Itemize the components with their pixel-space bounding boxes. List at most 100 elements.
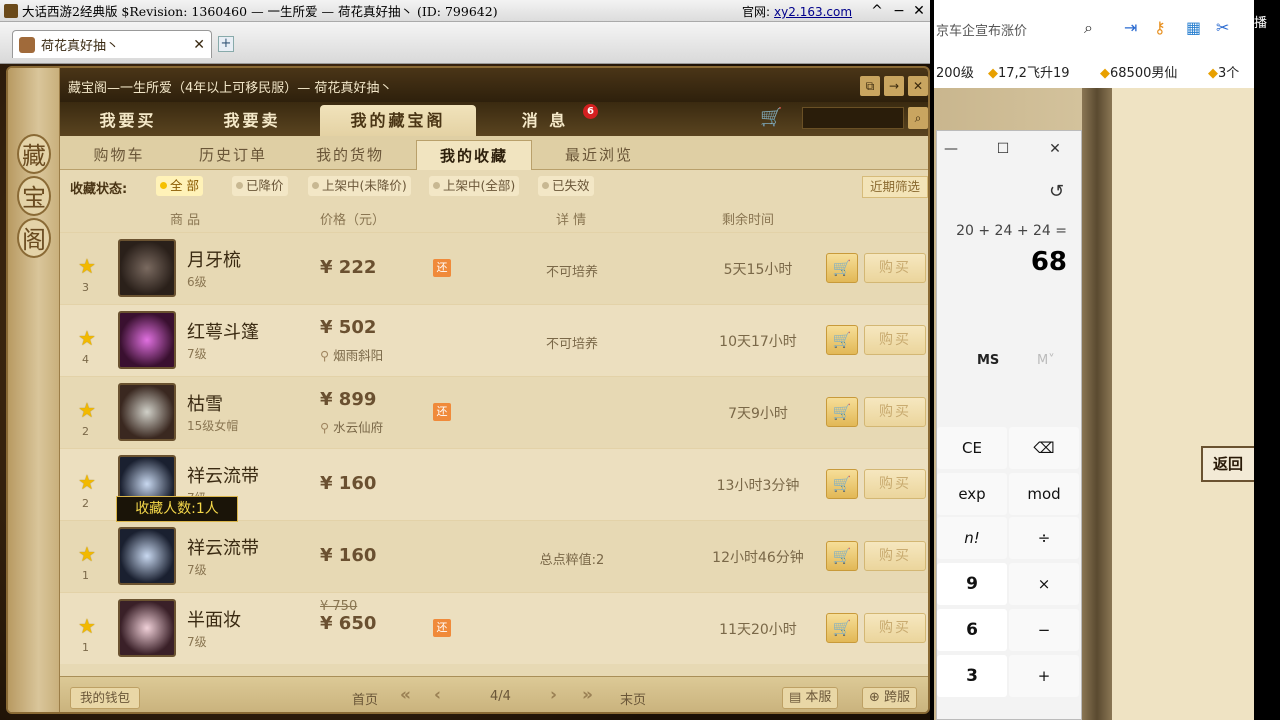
- table-row[interactable]: ★ 3 月牙梳 6级 ¥ 222 还 不可培养 5天15小时 🛒 购买: [60, 232, 928, 304]
- arrow-right-icon[interactable]: →: [884, 76, 904, 96]
- key-icon[interactable]: ⚷: [1154, 18, 1166, 37]
- favorite-star-icon[interactable]: ★: [78, 470, 96, 494]
- item-thumbnail[interactable]: [118, 311, 176, 369]
- new-tab-button[interactable]: +: [218, 36, 234, 52]
- memory-store-button[interactable]: MS: [977, 353, 999, 368]
- search-icon[interactable]: ⌕: [1084, 18, 1093, 38]
- minus-button[interactable]: −: [1009, 609, 1079, 651]
- favorite-star-icon[interactable]: ★: [78, 614, 96, 638]
- tab-messages[interactable]: 消 息 6: [490, 104, 600, 136]
- filter-all[interactable]: 全 部: [156, 176, 203, 196]
- shopping-cart-icon[interactable]: 🛒: [760, 108, 784, 128]
- memory-list-button[interactable]: M˅: [1037, 353, 1055, 368]
- digit-6-button[interactable]: 6: [937, 609, 1007, 651]
- add-to-cart-button[interactable]: 🛒: [826, 613, 858, 643]
- item-name[interactable]: 红萼斗篷: [187, 318, 259, 344]
- scissors-icon[interactable]: ✂: [1216, 18, 1229, 37]
- buy-button[interactable]: 购买: [864, 325, 926, 355]
- tab-order-history[interactable]: 历史订单: [178, 140, 288, 170]
- bargain-icon[interactable]: 还: [433, 259, 451, 277]
- tab-recent-views[interactable]: 最近浏览: [544, 140, 654, 170]
- calc-close-icon[interactable]: ✕: [1045, 141, 1065, 157]
- chevron-left-icon[interactable]: ‹: [434, 685, 441, 705]
- buy-button[interactable]: 购买: [864, 397, 926, 427]
- bargain-icon[interactable]: 还: [433, 403, 451, 421]
- favorite-star-icon[interactable]: ★: [78, 398, 96, 422]
- exp-button[interactable]: exp: [937, 473, 1007, 515]
- hot-search-item[interactable]: 200级: [936, 62, 974, 81]
- favorite-star-icon[interactable]: ★: [78, 326, 96, 350]
- table-row[interactable]: ★ 1 半面妆 7级 ¥ 750 ¥ 650 还 11天20小时 🛒 购买: [60, 592, 928, 664]
- filter-listed-all[interactable]: 上架中(全部): [429, 176, 520, 196]
- browser-tab[interactable]: 荷花真好抽丶 ✕: [12, 30, 212, 58]
- my-wallet-button[interactable]: 我的钱包: [70, 687, 140, 709]
- factorial-button[interactable]: n!: [937, 517, 1007, 559]
- filter-expired[interactable]: 已失效: [538, 176, 594, 196]
- tab-buy[interactable]: 我要买: [70, 105, 186, 136]
- tab-my-goods[interactable]: 我的货物: [300, 140, 400, 170]
- close-button[interactable]: ✕: [910, 2, 928, 20]
- double-chevron-right-icon[interactable]: »: [582, 685, 593, 705]
- calc-minimize-icon[interactable]: —: [941, 141, 961, 157]
- first-page-button[interactable]: 首页: [352, 689, 378, 708]
- backspace-button[interactable]: ⌫: [1009, 427, 1079, 469]
- chevron-right-icon[interactable]: ›: [550, 685, 557, 705]
- item-name[interactable]: 祥云流带: [187, 534, 259, 560]
- buy-button[interactable]: 购买: [864, 253, 926, 283]
- clear-entry-button[interactable]: CE: [937, 427, 1007, 469]
- digit-9-button[interactable]: 9: [937, 563, 1007, 605]
- item-name[interactable]: 半面妆: [187, 606, 241, 632]
- minimize-button[interactable]: −: [890, 2, 908, 20]
- add-to-cart-button[interactable]: 🛒: [826, 253, 858, 283]
- trash-icon[interactable]: ▦: [1186, 18, 1201, 37]
- item-thumbnail[interactable]: [118, 599, 176, 657]
- item-name[interactable]: 祥云流带: [187, 462, 259, 488]
- hot-search-item[interactable]: ◆68500男仙: [1100, 62, 1177, 81]
- mod-button[interactable]: mod: [1009, 473, 1079, 515]
- table-row[interactable]: ★ 4 红萼斗篷 7级 ¥ 502 ⚲ 烟雨斜阳 不可培养 10天17小时 🛒 …: [60, 304, 928, 376]
- this-server-button[interactable]: ▤ 本服: [782, 687, 839, 709]
- add-to-cart-button[interactable]: 🛒: [826, 469, 858, 499]
- cross-server-button[interactable]: ⊕ 跨服: [862, 687, 918, 709]
- buy-button[interactable]: 购买: [864, 613, 926, 643]
- item-thumbnail[interactable]: [118, 383, 176, 441]
- recent-filter-button[interactable]: 近期筛选: [862, 176, 928, 198]
- calc-maximize-icon[interactable]: ☐: [993, 141, 1013, 157]
- favorite-star-icon[interactable]: ★: [78, 254, 96, 278]
- tab-my-pavilion[interactable]: 我的藏宝阁: [320, 105, 476, 136]
- popout-icon[interactable]: ⧉: [860, 76, 880, 96]
- add-to-cart-button[interactable]: 🛒: [826, 541, 858, 571]
- item-thumbnail[interactable]: [118, 527, 176, 585]
- tab-cart[interactable]: 购物车: [74, 140, 164, 170]
- history-icon[interactable]: ↺: [1049, 181, 1064, 202]
- item-name[interactable]: 月牙梳: [187, 246, 241, 272]
- filter-listed-not-dropped[interactable]: 上架中(未降价): [308, 176, 411, 196]
- panel-close-icon[interactable]: ✕: [908, 76, 928, 96]
- login-icon[interactable]: ⇥: [1124, 18, 1137, 37]
- add-to-cart-button[interactable]: 🛒: [826, 325, 858, 355]
- last-page-button[interactable]: 末页: [620, 689, 646, 708]
- tab-my-favorites[interactable]: 我的收藏: [416, 140, 532, 170]
- tab-close-icon[interactable]: ✕: [193, 37, 205, 53]
- hot-search-item[interactable]: ◆3个: [1208, 62, 1239, 81]
- table-row[interactable]: ★ 1 祥云流带 7级 ¥ 160 总点粹值:2 12小时46分钟 🛒 购买: [60, 520, 928, 592]
- multiply-button[interactable]: ×: [1009, 563, 1079, 605]
- filter-price-dropped[interactable]: 已降价: [232, 176, 288, 196]
- double-chevron-left-icon[interactable]: «: [400, 685, 411, 705]
- divide-button[interactable]: ÷: [1009, 517, 1079, 559]
- search-input[interactable]: [802, 107, 904, 129]
- item-thumbnail[interactable]: [118, 239, 176, 297]
- site-link[interactable]: xy2.163.com: [774, 5, 852, 19]
- digit-3-button[interactable]: 3: [937, 655, 1007, 697]
- bargain-icon[interactable]: 还: [433, 619, 451, 637]
- collapse-button[interactable]: ^: [868, 2, 886, 20]
- plus-button[interactable]: +: [1009, 655, 1079, 697]
- buy-button[interactable]: 购买: [864, 469, 926, 499]
- browser-search-text[interactable]: 京车企宣布涨价: [936, 20, 1027, 39]
- hot-search-item[interactable]: ◆17,2飞升19: [988, 62, 1070, 81]
- search-icon[interactable]: ⌕: [908, 107, 928, 129]
- item-name[interactable]: 枯雪: [187, 390, 223, 416]
- buy-button[interactable]: 购买: [864, 541, 926, 571]
- favorite-star-icon[interactable]: ★: [78, 542, 96, 566]
- back-button[interactable]: 返回: [1201, 446, 1257, 482]
